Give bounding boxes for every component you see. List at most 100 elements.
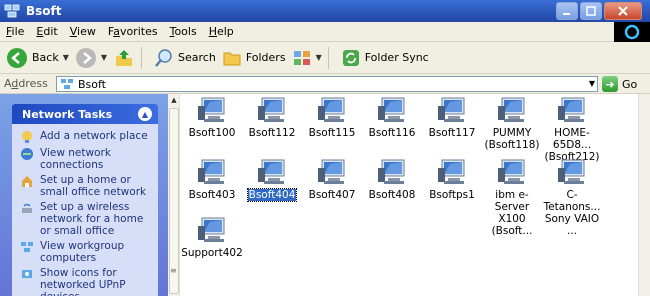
folder-sync-button[interactable]: Folder Sync [341,45,429,71]
forward-dropdown-icon[interactable]: ▼ [101,53,107,62]
computer-item[interactable]: HOME-65D8... (Bsoft212) [540,96,604,163]
computer-item[interactable]: Bsoft112 [240,96,304,139]
maximize-button[interactable] [580,2,602,20]
computer-item[interactable]: Bsoft100 [180,96,244,139]
computer-name: Bsoft404 [246,188,298,202]
toolbar-separator [141,46,143,69]
task-list: Add a network place View network connect… [12,124,158,296]
computer-name: ibm e-Server X100 (Bsoft... [491,189,533,237]
task-view-workgroup[interactable]: View workgroup computers [20,240,154,264]
right-edge-bar [638,94,650,296]
network-computer-icon [300,158,364,186]
task-show-upnp[interactable]: Show icons for networked UPnP devices [20,267,154,296]
wireless-network-icon [22,203,32,213]
folders-button[interactable]: Folders [222,45,286,71]
scroll-up-arrow-icon[interactable]: ▲ [168,94,180,106]
menu-tools[interactable]: Tools [164,25,203,38]
computer-item[interactable]: Bsoft116 [360,96,424,139]
close-button[interactable] [604,2,642,20]
toolbar-separator-2 [327,46,329,69]
computer-name: Bsoft407 [308,189,356,201]
computer-name: Bsoft117 [428,127,476,139]
views-icon [293,50,310,65]
computer-name: C-Tetanons... Sony VAIO ... [543,189,601,237]
network-computer-icon [480,158,544,186]
network-computer-icon [480,96,544,124]
menu-help[interactable]: Help [203,25,240,38]
computer-item[interactable]: C-Tetanons... Sony VAIO ... [540,158,604,237]
computer-name: Bsoft100 [188,127,236,139]
go-button[interactable]: ➜ Go [602,76,637,92]
computer-item[interactable]: Bsoft117 [420,96,484,139]
home-network-icon [22,176,32,187]
computer-name: Bsoft116 [368,127,416,139]
computer-name: PUMMY (Bsoft118) [484,127,540,151]
workgroup-icon [21,242,33,252]
network-tasks-header[interactable]: Network Tasks ▲ [12,104,158,124]
network-connections-icon [21,148,33,160]
computer-item[interactable]: Bsoft404 [240,158,304,202]
minimize-button[interactable] [556,2,578,20]
window-title: Bsoft [26,4,62,18]
computer-item[interactable]: Bsoft407 [300,158,364,201]
network-computer-icon [540,158,604,186]
up-folder-icon [116,49,133,66]
network-computer-icon [360,158,424,186]
views-button[interactable]: ▼ [292,45,322,71]
network-computer-icon [360,96,424,124]
task-pane-scrollbar[interactable]: ▲ ≡ [168,94,180,296]
search-button[interactable]: Search [154,45,216,71]
forward-button[interactable]: ▼ [75,45,107,71]
task-setup-wireless[interactable]: Set up a wireless network for a home or … [20,201,154,237]
network-computer-icon [240,96,304,124]
title-bar: Bsoft [0,0,650,22]
network-computer-icon [300,96,364,124]
network-computer-icon [540,96,604,124]
computer-item[interactable]: Bsoftps1 [420,158,484,201]
scroll-grip-icon: ≡ [170,266,177,275]
network-computer-icon [180,216,244,244]
views-dropdown-icon[interactable]: ▼ [316,53,322,62]
task-pane: Network Tasks ▲ Add a network place View… [0,94,168,296]
computer-item[interactable]: ibm e-Server X100 (Bsoft... [480,158,544,237]
sync-icon [342,49,359,66]
computer-item[interactable]: Bsoft403 [180,158,244,201]
add-network-place-icon [22,131,32,143]
menu-edit[interactable]: Edit [30,25,63,38]
network-tasks-panel: Network Tasks ▲ Add a network place View… [12,104,158,296]
computer-item[interactable]: Bsoft115 [300,96,364,139]
computer-item[interactable]: PUMMY (Bsoft118) [480,96,544,151]
menu-bar: File Edit View Favorites Tools Help [0,22,650,42]
menu-file[interactable]: File [0,25,30,38]
address-dropdown-icon[interactable]: ▼ [589,79,595,88]
window-controls [556,2,642,20]
menu-view[interactable]: View [64,25,102,38]
network-folder-icon [61,79,73,89]
collapse-chevron-icon[interactable]: ▲ [138,107,152,121]
upnp-devices-icon [22,270,32,278]
computer-item[interactable]: Support402 [180,216,244,259]
menu-favorites[interactable]: Favorites [102,25,164,38]
network-computer-icon [240,158,304,186]
address-label: Address [4,77,48,90]
back-button[interactable]: Back ▼ [6,45,69,71]
up-folder-button[interactable] [113,45,135,71]
network-computer-icon [180,96,244,124]
computer-name: Bsoft112 [248,127,296,139]
computer-item[interactable]: Bsoft408 [360,158,424,201]
network-computer-icon [180,158,244,186]
task-add-network-place[interactable]: Add a network place [20,130,154,144]
task-setup-home-network[interactable]: Set up a home or small office network [20,174,154,198]
computer-name: Bsoft408 [368,189,416,201]
computer-name: Bsoft403 [188,189,236,201]
forward-arrow-icon [75,47,96,68]
back-dropdown-icon[interactable]: ▼ [63,53,69,62]
maximize-icon [586,6,596,16]
computer-name: Bsoft115 [308,127,356,139]
minimize-icon [563,13,570,15]
network-computers-view: ▲ ≡ Bsoft100 Bsoft112 Bsoft115 Bsoft116 Bsof… [168,94,650,296]
address-input[interactable]: Bsoft ▼ [56,76,598,92]
go-arrow-icon: ➜ [602,76,618,92]
computer-name: Bsoftps1 [429,189,475,201]
task-view-connections[interactable]: View network connections [20,147,154,171]
